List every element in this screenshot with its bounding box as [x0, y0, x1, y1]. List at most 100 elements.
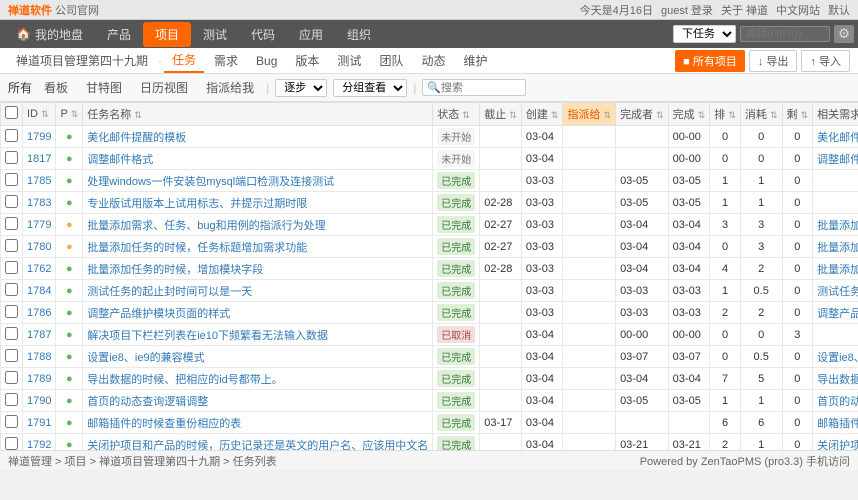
row-checkbox-cell[interactable]	[1, 258, 23, 280]
th-created[interactable]: 创建 ⇅	[521, 103, 563, 126]
row-checkbox-cell[interactable]	[1, 412, 23, 434]
row-checkbox[interactable]	[5, 151, 18, 164]
th-pri[interactable]: P ⇅	[56, 103, 83, 126]
task-name-link[interactable]: 处理windows一件安装包mysql端口检测及连接测试	[87, 176, 334, 188]
task-name-link[interactable]: 美化邮件提醒的模板	[87, 132, 186, 144]
filter-gantt[interactable]: 甘特图	[80, 78, 128, 97]
export-btn[interactable]: ↓ 导出	[749, 50, 798, 72]
row-name[interactable]: 专业版试用版本上试用标志、并提示过期时限	[83, 192, 433, 214]
sec-nav-maintain[interactable]: 维护	[455, 49, 495, 72]
row-name[interactable]: 调整邮件格式	[83, 148, 433, 170]
sec-nav-project-name[interactable]: 禅道项目管理第四十九期	[8, 49, 156, 72]
nav-org[interactable]: 组织	[335, 22, 383, 47]
row-checkbox-cell[interactable]	[1, 170, 23, 192]
row-id[interactable]: 1799	[23, 126, 56, 148]
related-link[interactable]: 首页的动态查询逻辑调整	[817, 396, 858, 408]
row-checkbox[interactable]	[5, 129, 18, 142]
task-name-link[interactable]: 邮箱插件的时候查重份相应的表	[87, 418, 241, 430]
row-checkbox-cell[interactable]	[1, 390, 23, 412]
th-done-by[interactable]: 完成者 ⇅	[616, 103, 669, 126]
th-related[interactable]: 相关需求 ⇅	[813, 103, 858, 126]
row-name[interactable]: 批量添加需求、任务、bug和用例的指派行为处理	[83, 214, 433, 236]
row-id[interactable]: 1784	[23, 280, 56, 302]
row-id[interactable]: 1786	[23, 302, 56, 324]
lang-link[interactable]: 中文网站	[776, 2, 820, 18]
row-id[interactable]: 1787	[23, 324, 56, 346]
row-related[interactable]: 调整产品维护模块页面的样式	[813, 302, 858, 324]
group-select[interactable]: 分组查看	[333, 79, 407, 97]
sec-nav-version[interactable]: 版本	[287, 49, 327, 72]
row-checkbox-cell[interactable]	[1, 280, 23, 302]
row-id[interactable]: 1783	[23, 192, 56, 214]
row-id[interactable]: 1779	[23, 214, 56, 236]
row-id[interactable]: 1817	[23, 148, 56, 170]
row-related[interactable]: 调整邮件格式	[813, 148, 858, 170]
row-name[interactable]: 关闭护项目和产品的时候，历史记录还是英文的用户名、应该用中文名	[83, 434, 433, 451]
sec-nav-test[interactable]: 测试	[329, 49, 369, 72]
row-name[interactable]: 批量添加任务的时候，增加模块字段	[83, 258, 433, 280]
global-search-btn[interactable]: ⚙	[834, 25, 854, 43]
row-related[interactable]: 设置ie8、ie9的兼容模式	[813, 346, 858, 368]
row-name[interactable]: 批量添加任务的时候，任务标题增加需求功能	[83, 236, 433, 258]
row-checkbox[interactable]	[5, 437, 18, 450]
row-checkbox[interactable]	[5, 217, 18, 230]
theme-link[interactable]: 默认	[828, 2, 850, 18]
row-id[interactable]: 1789	[23, 368, 56, 390]
nav-product[interactable]: 产品	[95, 22, 143, 47]
nav-code[interactable]: 代码	[239, 22, 287, 47]
row-checkbox-cell[interactable]	[1, 434, 23, 451]
step-select[interactable]: 逐步	[275, 79, 327, 97]
row-related[interactable]: 批量添加需求、任务、bug和用例	[813, 214, 858, 236]
related-link[interactable]: 批量添加需求、任务、bug和用例	[817, 220, 858, 232]
about-link[interactable]: 关于 禅道	[721, 2, 768, 18]
row-checkbox-cell[interactable]	[1, 346, 23, 368]
row-checkbox-cell[interactable]	[1, 324, 23, 346]
row-related[interactable]: 邮箱插件的时候查重份相应的表	[813, 412, 858, 434]
row-name[interactable]: 测试任务的起止封时间可以是一天	[83, 280, 433, 302]
row-name[interactable]: 首页的动态查询逻辑调整	[83, 390, 433, 412]
row-name[interactable]: 导出数据的时候、把相应的id号都带上。	[83, 368, 433, 390]
task-name-link[interactable]: 调整邮件格式	[87, 154, 153, 166]
related-link[interactable]: 调整产品维护模块页面的样式	[817, 308, 858, 320]
related-link[interactable]: 批量添加任务的时候、任务标题增	[817, 242, 858, 254]
row-checkbox[interactable]	[5, 349, 18, 362]
th-assigned[interactable]: 指派给 ⇅	[563, 103, 616, 126]
row-related[interactable]: 首页的动态查询逻辑调整	[813, 390, 858, 412]
row-related[interactable]	[813, 192, 858, 214]
nav-my-desk[interactable]: 🏠 我的地盘	[4, 22, 95, 47]
row-name[interactable]: 处理windows一件安装包mysql端口检测及连接测试	[83, 170, 433, 192]
row-id[interactable]: 1790	[23, 390, 56, 412]
row-related[interactable]: 测试任务的起止封时间可以是一天	[813, 280, 858, 302]
row-checkbox[interactable]	[5, 283, 18, 296]
th-due[interactable]: 截止 ⇅	[480, 103, 522, 126]
th-name[interactable]: 任务名称 ⇅	[83, 103, 433, 126]
row-related[interactable]: 关闭护项目和产品的时候，历史记	[813, 434, 858, 451]
all-projects-btn[interactable]: ■ 所有项目	[675, 50, 745, 72]
row-related[interactable]	[813, 324, 858, 346]
task-name-link[interactable]: 专业版试用版本上试用标志、并提示过期时限	[87, 198, 307, 210]
task-name-link[interactable]: 导出数据的时候、把相应的id号都带上。	[87, 374, 283, 386]
row-name[interactable]: 设置ie8、ie9的兼容模式	[83, 346, 433, 368]
related-link[interactable]: 美化邮件提醒的模板	[817, 132, 858, 144]
global-search-input[interactable]	[740, 26, 830, 42]
row-id[interactable]: 1791	[23, 412, 56, 434]
task-name-link[interactable]: 批量添加任务的时候，任务标题增加需求功能	[87, 242, 307, 254]
th-id[interactable]: ID ⇅	[23, 103, 56, 126]
row-id[interactable]: 1788	[23, 346, 56, 368]
row-checkbox-cell[interactable]	[1, 214, 23, 236]
task-name-link[interactable]: 批量添加任务的时候，增加模块字段	[87, 264, 263, 276]
related-link[interactable]: 调整邮件格式	[817, 154, 858, 166]
related-link[interactable]: 测试任务的起止封时间可以是一天	[817, 286, 858, 298]
row-checkbox-cell[interactable]	[1, 302, 23, 324]
row-related[interactable]: 美化邮件提醒的模板	[813, 126, 858, 148]
related-link[interactable]: 关闭护项目和产品的时候，历史记	[817, 440, 858, 451]
task-select[interactable]: 下任务	[673, 25, 736, 43]
import-btn[interactable]: ↑ 导入	[801, 50, 850, 72]
sec-nav-bug[interactable]: Bug	[248, 51, 285, 71]
row-id[interactable]: 1785	[23, 170, 56, 192]
row-checkbox[interactable]	[5, 173, 18, 186]
search-input[interactable]	[441, 82, 521, 94]
task-name-link[interactable]: 测试任务的起止封时间可以是一天	[87, 286, 252, 298]
task-name-link[interactable]: 调整产品维护模块页面的样式	[87, 308, 230, 320]
filter-kanban[interactable]: 看板	[38, 78, 74, 97]
